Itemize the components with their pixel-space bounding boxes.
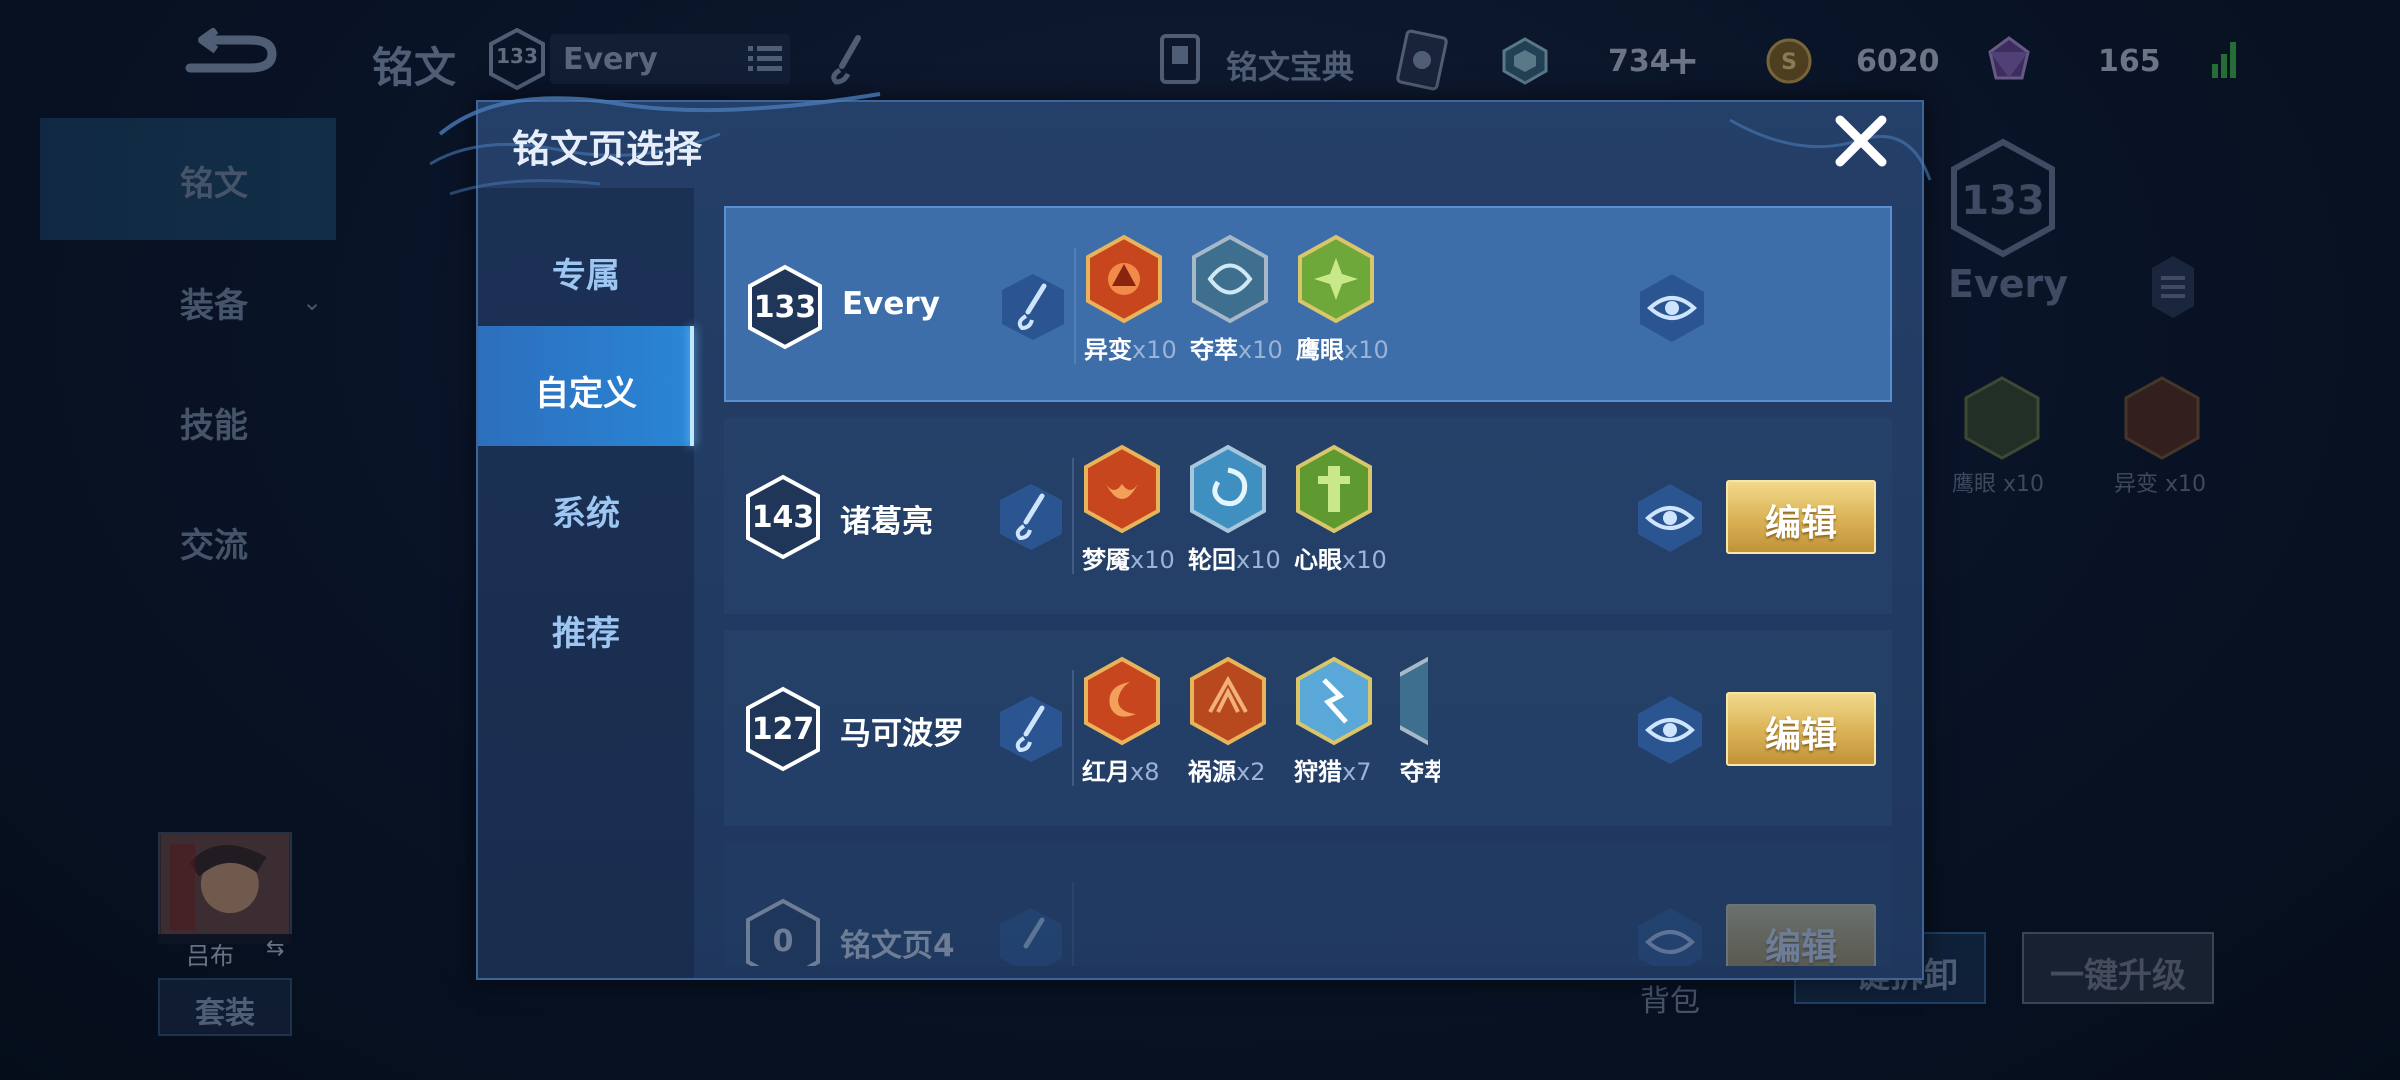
rune-label: 夺萃x10 (1190, 336, 1283, 364)
rename-brush-icon[interactable] (996, 482, 1066, 552)
rune-label: 祸源x2 (1188, 758, 1266, 786)
rune-page-row[interactable]: 133 Every 异变x10 夺萃x10 鹰眼x10 (724, 206, 1892, 402)
rune-page-row[interactable]: 0 铭文页4 编辑 (724, 842, 1892, 966)
tab-recommended-label: 推荐 (552, 614, 620, 654)
page-name: 铭文页4 (840, 928, 955, 964)
rune-red-icon (1084, 656, 1160, 746)
page-level: 143 (751, 500, 815, 535)
edit-button-label: 编辑 (1764, 927, 1837, 966)
rune-green-icon (1298, 234, 1374, 324)
rune-red-icon (1084, 444, 1160, 534)
rune-blue-icon (1190, 444, 1266, 534)
rune-green-icon (1296, 444, 1372, 534)
rune-label: 异变x10 (1084, 336, 1177, 364)
rune-label: 轮回x10 (1188, 546, 1281, 574)
eye-icon[interactable] (1634, 482, 1706, 554)
rename-brush-icon[interactable] (996, 906, 1066, 966)
rune-blue-icon (1296, 656, 1372, 746)
rune-label: 红月x8 (1082, 758, 1160, 786)
page-name: 马可波罗 (840, 716, 964, 752)
rune-page-row[interactable]: 127 马可波罗 红月x8 祸源x2 狩猎x7 夺萃 编辑 (724, 630, 1892, 826)
tab-custom-label: 自定义 (535, 374, 637, 414)
rune-label: 心眼x10 (1294, 546, 1387, 574)
dialog-title: 铭文页选择 (512, 127, 703, 171)
page-level: 127 (751, 712, 815, 747)
rune-label: 鹰眼x10 (1296, 336, 1389, 364)
eye-icon[interactable] (1636, 272, 1708, 344)
rune-page-list[interactable]: 133 Every 异变x10 夺萃x10 鹰眼x10 143 诸葛亮 梦魇x1… (724, 206, 1892, 966)
row-divider (1072, 670, 1074, 786)
page-level: 133 (753, 290, 817, 325)
page-name: Every (842, 286, 940, 322)
row-divider (1072, 882, 1074, 966)
page-name: 诸葛亮 (840, 504, 933, 540)
rune-page-row[interactable]: 143 诸葛亮 梦魇x10 轮回x10 心眼x10 编辑 (724, 418, 1892, 614)
rune-label: 夺萃 (1400, 758, 1440, 786)
edit-button-label: 编辑 (1764, 503, 1837, 544)
rune-blue-icon (1400, 656, 1428, 746)
tab-system-label: 系统 (552, 494, 620, 534)
rune-label: 狩猎x7 (1294, 758, 1372, 786)
cloud-ornament-right-icon (1729, 118, 1932, 181)
row-divider (1074, 248, 1076, 364)
edit-button-label: 编辑 (1764, 715, 1837, 756)
page-level: 0 (772, 924, 794, 959)
eye-icon[interactable] (1634, 694, 1706, 766)
rune-red-icon (1086, 234, 1162, 324)
eye-icon[interactable] (1634, 906, 1706, 966)
rename-brush-icon[interactable] (998, 272, 1068, 342)
rune-red-icon (1190, 656, 1266, 746)
tab-exclusive-label: 专属 (552, 256, 620, 296)
rune-label: 梦魇x10 (1082, 546, 1175, 574)
row-divider (1072, 458, 1074, 574)
rune-blue-icon (1192, 234, 1268, 324)
close-icon[interactable] (1832, 112, 1890, 170)
rename-brush-icon[interactable] (996, 694, 1066, 764)
